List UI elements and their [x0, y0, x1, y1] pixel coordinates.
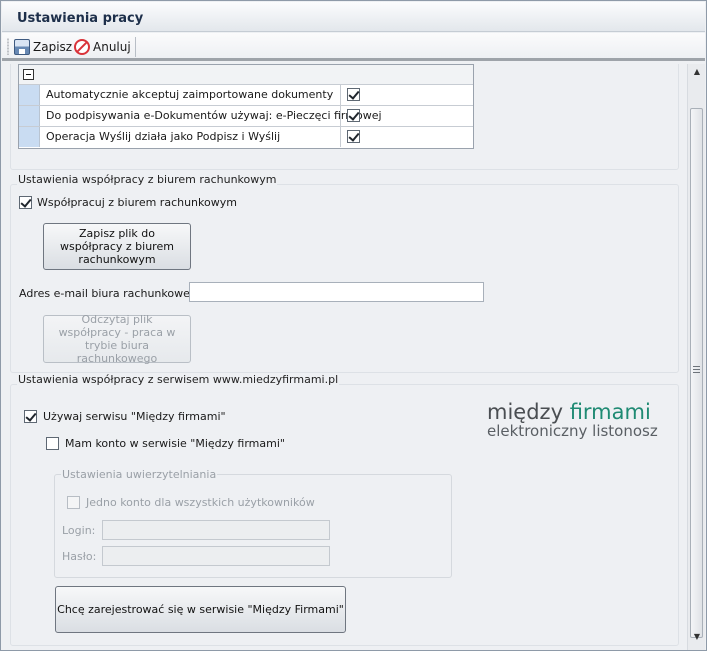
email-field[interactable]: [189, 282, 484, 302]
logo-title: między firmami: [487, 400, 658, 424]
scroll-up-icon[interactable]: ▲: [691, 66, 703, 78]
register-button[interactable]: Chcę zarejestrować się w serwisie "Międz…: [55, 586, 346, 633]
title-bar: Ustawienia pracy: [2, 2, 705, 32]
use-service-label[interactable]: Używaj serwisu "Między firmami": [43, 410, 226, 423]
settings-window: Ustawienia pracy Zapisz Anuluj Automatyc…: [0, 0, 707, 651]
grid-row: Operacja Wyślij działa jako Podpisz i Wy…: [19, 127, 473, 148]
password-field[interactable]: [102, 546, 330, 566]
grid-cell-label: Automatycznie akceptuj zaimportowane dok…: [41, 85, 341, 105]
read-cooperation-file-button[interactable]: Odczytaj plik współpracy - praca w trybi…: [43, 313, 191, 365]
one-account-label: Jedno konto dla wszystkich użytkowników: [86, 496, 315, 509]
grid-row: Do podpisywania e-Dokumentów używaj: e-P…: [19, 106, 473, 127]
scroll-grip-icon: [693, 366, 700, 374]
settings-content: Automatycznie akceptuj zaimportowane dok…: [2, 64, 687, 650]
cooperate-checkbox[interactable]: [19, 196, 32, 209]
accounting-legend: Ustawienia współpracy z biurem rachunkow…: [17, 173, 278, 186]
auth-legend-text: Ustawienia uwierzytelniania: [62, 468, 217, 481]
has-account-label[interactable]: Mam konto w serwisie "Między firmami": [65, 437, 285, 450]
auth-legend: Ustawienia uwierzytelniania: [61, 468, 218, 481]
has-account-checkbox[interactable]: [46, 437, 59, 450]
floppy-disk-icon: [14, 39, 30, 55]
logo-word-2: firmami: [569, 400, 651, 424]
row-selector[interactable]: [19, 106, 40, 126]
login-label: Login:: [62, 524, 96, 537]
toolbar-grip-icon[interactable]: [7, 38, 9, 55]
cooperate-label[interactable]: Współpracuj z biurem rachunkowym: [37, 196, 237, 209]
email-label: Adres e-mail biura rachunkowego:: [19, 287, 208, 300]
grid-checkbox[interactable]: [347, 88, 360, 101]
row-selector[interactable]: [19, 85, 40, 105]
grid-cell-label: Do podpisywania e-Dokumentów używaj: e-P…: [41, 106, 382, 126]
one-account-checkbox[interactable]: [67, 496, 80, 509]
window-title: Ustawienia pracy: [17, 11, 144, 26]
logo-word-1: między: [487, 400, 563, 424]
save-label: Zapisz: [33, 40, 73, 54]
collapse-icon[interactable]: [23, 69, 34, 80]
scrollbar-thumb[interactable]: [690, 108, 703, 638]
use-service-checkbox[interactable]: [24, 410, 37, 423]
cancel-button[interactable]: Anuluj: [74, 37, 131, 57]
grid-checkbox[interactable]: [347, 109, 360, 122]
grid-checkbox[interactable]: [347, 130, 360, 143]
miedzy-firmami-logo: między firmami elektroniczny listonosz: [487, 400, 658, 440]
grid-cell-check[interactable]: [342, 106, 472, 126]
save-button[interactable]: Zapisz: [14, 37, 72, 57]
scroll-down-icon[interactable]: ▼: [691, 631, 703, 643]
grid-header: [19, 65, 473, 85]
row-selector[interactable]: [19, 127, 40, 147]
cancel-label: Anuluj: [93, 40, 131, 54]
grid-cell-label: Operacja Wyślij działa jako Podpisz i Wy…: [41, 127, 341, 147]
grid-cell-check[interactable]: [342, 85, 472, 105]
save-cooperation-file-button[interactable]: Zapisz plik do współpracy z biurem rachu…: [43, 223, 191, 270]
service-legend: Ustawienia współpracy z serwisem www.mie…: [17, 373, 340, 386]
login-field[interactable]: [102, 520, 330, 540]
grid-cell-check[interactable]: [342, 127, 472, 147]
toolbar-separator: [135, 37, 136, 57]
logo-tagline: elektroniczny listonosz: [487, 422, 658, 440]
grid-row: Automatycznie akceptuj zaimportowane dok…: [19, 85, 473, 106]
password-label: Hasło:: [62, 550, 97, 563]
toolbar: Zapisz Anuluj: [2, 33, 705, 61]
vertical-scrollbar[interactable]: ▲ ▼: [687, 64, 705, 650]
cancel-icon: [74, 39, 90, 55]
document-options-grid: Automatycznie akceptuj zaimportowane dok…: [18, 64, 474, 149]
